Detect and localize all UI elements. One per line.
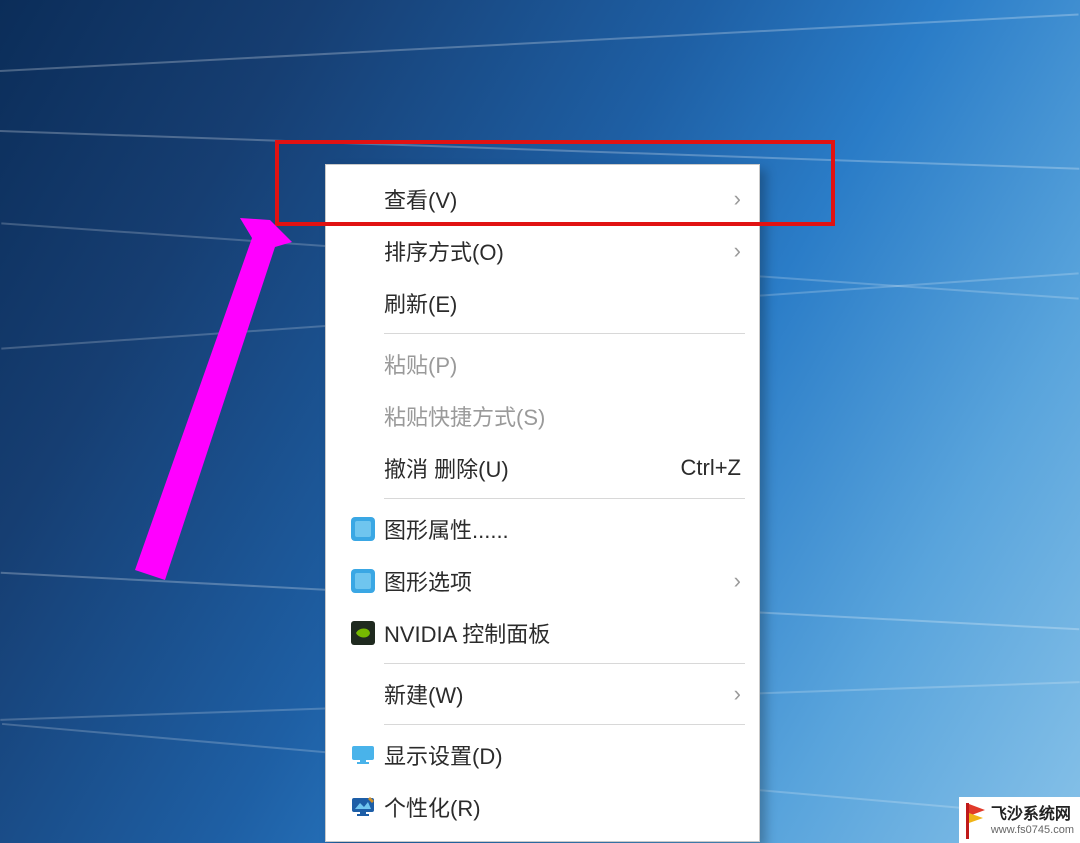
menu-item-label: 粘贴(P) [384,348,741,380]
watermark-logo-icon [963,801,987,841]
menu-refresh[interactable]: 刷新(E) [328,277,757,329]
menu-graphics-properties[interactable]: 图形属性...... [328,503,757,555]
menu-separator [384,333,745,334]
menu-sort[interactable]: 排序方式(O) › [328,225,757,277]
intel-icon [342,515,384,543]
menu-item-label: 图形选项 [384,565,714,597]
menu-item-label: 粘贴快捷方式(S) [384,400,741,432]
menu-view[interactable]: 查看(V) › [328,173,757,225]
menu-separator [384,663,745,664]
watermark-title: 飞沙系统网 [991,806,1074,824]
watermark: 飞沙系统网 www.fs0745.com [959,797,1080,843]
menu-item-label: 撤消 删除(U) [384,452,661,484]
desktop-background[interactable]: 查看(V) › 排序方式(O) › 刷新(E) 粘贴(P) 粘贴快捷方式(S) … [0,0,1080,843]
menu-paste-shortcut: 粘贴快捷方式(S) [328,390,757,442]
menu-item-label: NVIDIA 控制面板 [384,617,741,649]
menu-item-label: 排序方式(O) [384,235,714,267]
menu-paste: 粘贴(P) [328,338,757,390]
menu-separator [384,724,745,725]
monitor-icon [342,741,384,769]
menu-display-settings[interactable]: 显示设置(D) [328,729,757,781]
menu-item-shortcut: Ctrl+Z [661,455,742,481]
menu-item-label: 个性化(R) [384,791,741,823]
menu-item-label: 查看(V) [384,183,714,215]
menu-new[interactable]: 新建(W) › [328,668,757,720]
intel-icon [342,567,384,595]
menu-graphics-options[interactable]: 图形选项 › [328,555,757,607]
nvidia-icon [342,619,384,647]
menu-item-label: 新建(W) [384,678,714,710]
menu-separator [384,498,745,499]
chevron-right-icon: › [714,186,741,212]
menu-undo-delete[interactable]: 撤消 删除(U) Ctrl+Z [328,442,757,494]
menu-item-label: 图形属性...... [384,513,741,545]
personalize-icon [342,793,384,821]
menu-item-label: 显示设置(D) [384,739,741,771]
chevron-right-icon: › [714,238,741,264]
chevron-right-icon: › [714,568,741,594]
chevron-right-icon: › [714,681,741,707]
menu-item-label: 刷新(E) [384,287,741,319]
desktop-context-menu: 查看(V) › 排序方式(O) › 刷新(E) 粘贴(P) 粘贴快捷方式(S) … [325,164,760,842]
menu-personalize[interactable]: 个性化(R) [328,781,757,833]
menu-nvidia[interactable]: NVIDIA 控制面板 [328,607,757,659]
watermark-url: www.fs0745.com [991,824,1074,836]
annotation-arrow-icon [100,200,300,600]
